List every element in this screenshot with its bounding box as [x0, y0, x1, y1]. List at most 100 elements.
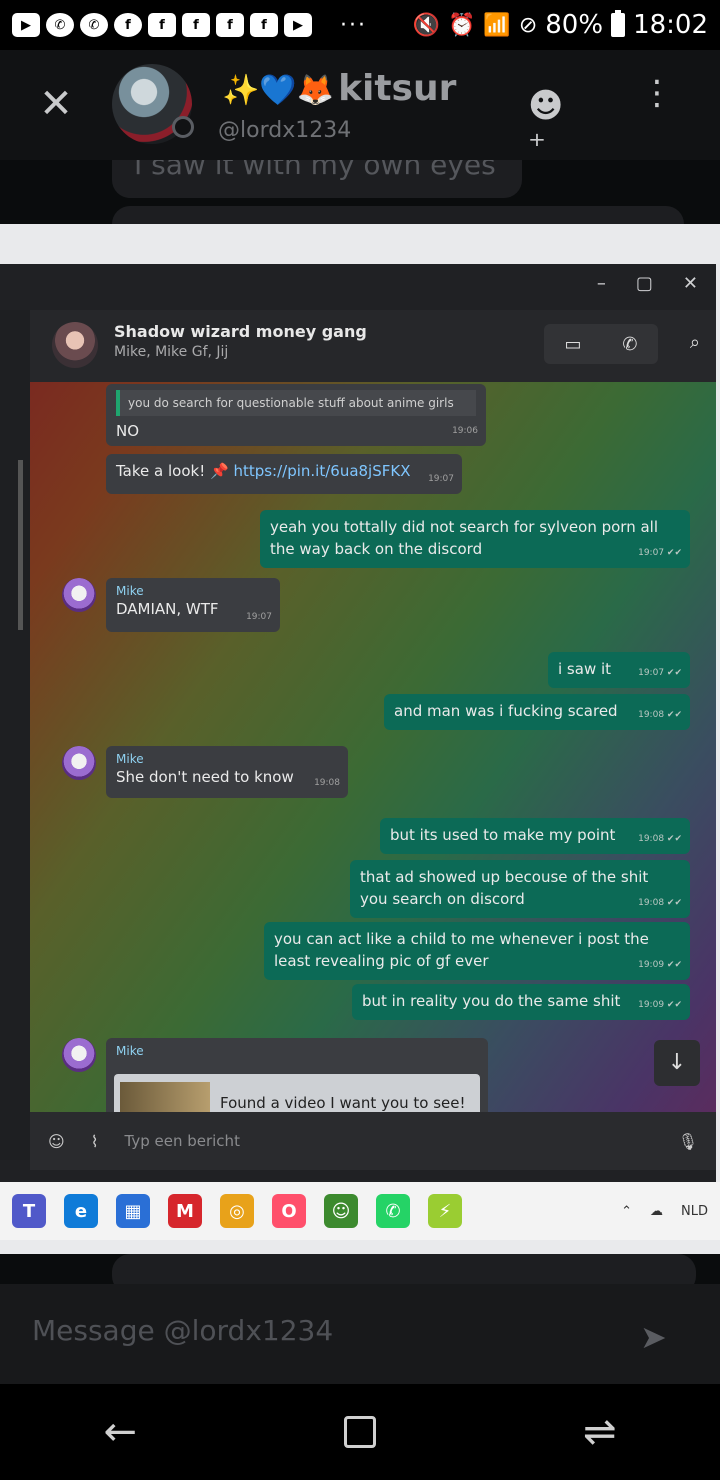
- message-text: and man was i fucking scared: [394, 702, 618, 720]
- dm-header: ✕ ✨💙🦊 kitsur @lordx1234 ☻⁺ ⋮: [0, 50, 720, 166]
- group-members: Mike, Mike Gf, Jij: [114, 344, 229, 360]
- facebook-notification-icon: f: [182, 13, 210, 37]
- message-text: you can act like a child to me whenever …: [274, 930, 649, 970]
- avatar: [62, 578, 96, 612]
- wifi-icon: 📶: [483, 12, 511, 38]
- background-messages: I saw it with my own eyes: [0, 160, 720, 224]
- message-time: 19:07: [428, 474, 454, 484]
- more-notifications-icon: ···: [340, 12, 367, 38]
- mcafee-icon: M: [168, 1194, 202, 1228]
- facebook-notification-icon: f: [216, 13, 244, 37]
- video-thumbnail: [120, 1082, 210, 1112]
- message-bubble: but its used to make my point 19:08 ✔✔: [380, 818, 690, 854]
- message-time: 19:09 ✔✔: [638, 1000, 682, 1010]
- recents-button[interactable]: ⇌: [583, 1409, 617, 1455]
- message-time: 19:07 ✔✔: [638, 668, 682, 678]
- group-avatar: [52, 322, 98, 368]
- message-time: 19:09 ✔✔: [638, 960, 682, 970]
- store-icon: ▦: [116, 1194, 150, 1228]
- display-name[interactable]: ✨💙🦊 kitsur: [222, 68, 480, 109]
- chat-header: Shadow wizard money gang Mike, Mike Gf, …: [30, 310, 716, 382]
- no-data-icon: ⊘: [518, 12, 538, 38]
- app-icon: ⚡: [428, 1194, 462, 1228]
- video-call-icon: ▭: [564, 333, 582, 355]
- status-indicator: [172, 116, 194, 138]
- sender-name: Mike: [116, 752, 144, 766]
- youtube-icon: ▶: [284, 13, 312, 37]
- message-text: i saw it: [558, 660, 612, 678]
- whatsapp-icon: ✆: [80, 13, 108, 37]
- background-message: I saw it with my own eyes: [112, 160, 522, 198]
- opera-icon: O: [272, 1194, 306, 1228]
- message-time: 19:07 ✔✔: [638, 548, 682, 558]
- scroll-down-button: ↓: [654, 1040, 700, 1086]
- whatsapp-window: – ▢ ✕ Shadow wizard money gang Mike, Mik…: [0, 264, 716, 1204]
- microphone-icon: 🎙: [677, 1131, 698, 1151]
- message-text: Found a video I want you to see!: [220, 1094, 466, 1112]
- alarm-icon: ⏰: [448, 12, 476, 38]
- window-controls: – ▢ ✕: [0, 264, 716, 302]
- call-buttons: ▭ ✆: [544, 324, 658, 364]
- background-messages: [0, 1254, 720, 1294]
- onedrive-icon: ☁: [650, 1203, 664, 1219]
- group-name: Shadow wizard money gang: [114, 322, 367, 341]
- sender-name: Mike: [116, 1044, 144, 1058]
- message-link: https://pin.it/6ua8jSFKX: [233, 462, 411, 480]
- message-text: yeah you tottally did not search for syl…: [270, 518, 659, 558]
- message-bubble: Mike She don't need to know 19:08: [106, 746, 348, 798]
- message-text: but in reality you do the same shit: [362, 992, 621, 1010]
- close-window-icon: ✕: [682, 272, 698, 294]
- add-friend-icon[interactable]: ☻⁺: [528, 86, 572, 166]
- tray-chevron-icon: ⌃: [621, 1203, 633, 1219]
- maximize-icon: ▢: [635, 272, 653, 294]
- status-bar: ▶ ✆ ✆ f f f f f ▶ ··· 🔇 ⏰ 📶 ⊘ 80% 18:02: [0, 0, 720, 50]
- message-bubble: but in reality you do the same shit 19:0…: [352, 984, 690, 1020]
- message-input[interactable]: Message @lordx1234: [32, 1314, 333, 1347]
- message-bubble: Take a look! 📌 https://pin.it/6ua8jSFKX …: [106, 454, 462, 494]
- message-text: She don't need to know: [116, 768, 294, 786]
- teams-icon: T: [12, 1194, 46, 1228]
- composer-input: Typ een bericht: [124, 1132, 240, 1150]
- message-time: 19:08 ✔✔: [638, 710, 682, 720]
- avatar[interactable]: [112, 64, 194, 144]
- home-button[interactable]: [343, 1416, 376, 1448]
- whatsapp-icon: ✆: [376, 1194, 410, 1228]
- message-bubble: and man was i fucking scared 19:08 ✔✔: [384, 694, 690, 730]
- facebook-notification-icon: f: [250, 13, 278, 37]
- android-nav-bar: ← ⇌: [0, 1384, 720, 1480]
- windows-taskbar: T e ▦ M ◎ O ☺ ✆ ⚡ ⌃ ☁ NLD: [0, 1182, 720, 1240]
- search-icon: ⌕: [689, 332, 700, 353]
- message-time: 19:08 ✔✔: [638, 834, 682, 844]
- user-handle: @lordx1234: [218, 118, 352, 143]
- message-bubble: Mike DAMIAN, WTF 19:07: [106, 578, 280, 632]
- language-indicator: NLD: [681, 1203, 708, 1219]
- quoted-message: you do search for questionable stuff abo…: [116, 390, 476, 416]
- edge-icon: e: [64, 1194, 98, 1228]
- facebook-notification-icon: f: [148, 13, 176, 37]
- message-text: that ad showed up becouse of the shit yo…: [360, 868, 649, 908]
- display-name-text: kitsur: [338, 68, 457, 109]
- message-text: NO: [116, 422, 140, 440]
- message-bubble: you can act like a child to me whenever …: [264, 922, 690, 980]
- message-bubble: you do search for questionable stuff abo…: [106, 384, 486, 446]
- message-time: 19:08: [314, 778, 340, 788]
- send-icon[interactable]: ➤: [640, 1318, 667, 1356]
- chat-composer: ☺ ⌇ Typ een bericht 🎙: [30, 1112, 716, 1170]
- message-text: Take a look! 📌: [116, 462, 229, 480]
- video-preview: Found a video I want you to see!: [114, 1074, 480, 1112]
- emoji-icon: ☺: [48, 1131, 65, 1151]
- battery-icon: [611, 10, 626, 37]
- notification-icons: ▶ ✆ ✆ f f f f f ▶: [12, 13, 312, 37]
- avatar: [62, 1038, 96, 1072]
- name-emoji: ✨💙🦊: [222, 73, 335, 108]
- image-attachment[interactable]: – ▢ ✕ Shadow wizard money gang Mike, Mik…: [0, 224, 720, 1254]
- kebab-menu-icon[interactable]: ⋮: [640, 76, 674, 126]
- phone-icon: ✆: [622, 333, 638, 355]
- message-time: 19:06: [452, 426, 478, 436]
- back-button[interactable]: ←: [103, 1409, 137, 1455]
- clock: 18:02: [633, 10, 708, 40]
- message-bubble: yeah you tottally did not search for syl…: [260, 510, 690, 568]
- chat-messages: you do search for questionable stuff abo…: [30, 382, 716, 1112]
- scrollbar: [18, 460, 23, 630]
- close-icon[interactable]: ✕: [38, 84, 74, 124]
